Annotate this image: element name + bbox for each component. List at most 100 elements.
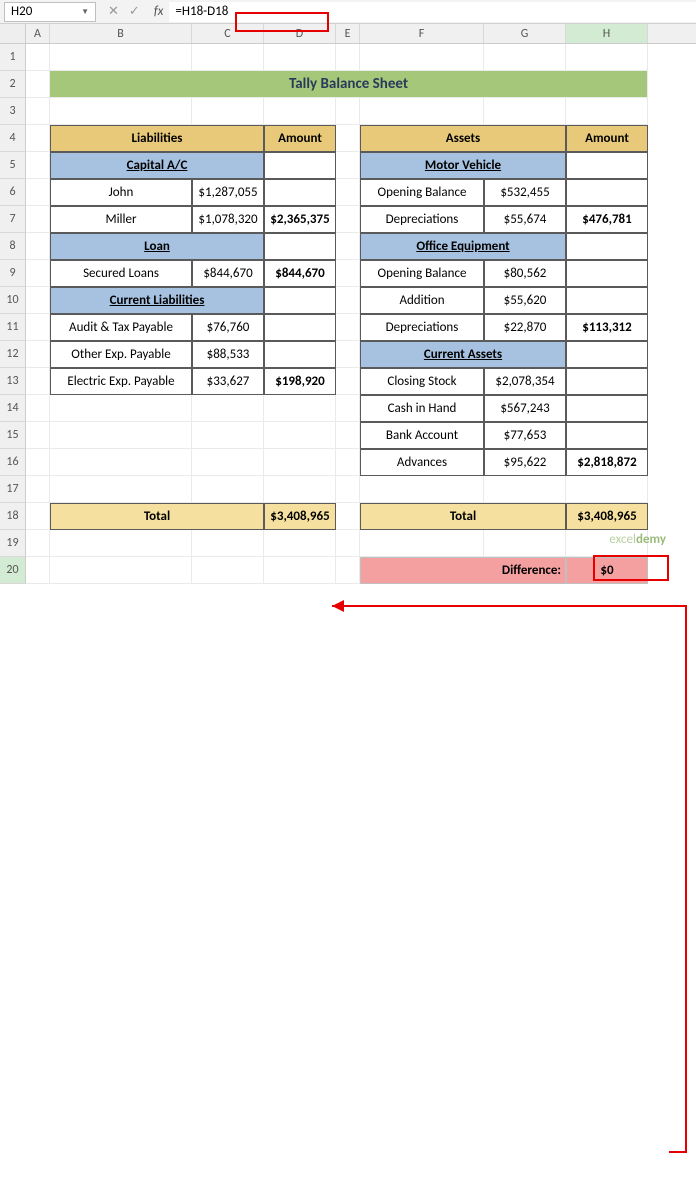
- asset-total-value[interactable]: $3,408,965: [566, 503, 648, 530]
- cell[interactable]: [50, 449, 192, 476]
- cell[interactable]: [484, 476, 566, 503]
- row-header-10[interactable]: 10: [0, 287, 26, 314]
- liab-amt[interactable]: [264, 152, 336, 179]
- cell[interactable]: [336, 557, 360, 584]
- asset-val[interactable]: $55,674: [484, 206, 566, 233]
- liab-subtotal[interactable]: $2,365,375: [264, 206, 336, 233]
- asset-name[interactable]: Cash in Hand: [360, 395, 484, 422]
- liab-sub[interactable]: Capital A/C: [50, 152, 264, 179]
- cell[interactable]: [26, 395, 50, 422]
- col-header-F[interactable]: F: [360, 24, 484, 43]
- col-header-G[interactable]: G: [484, 24, 566, 43]
- liab-subtotal[interactable]: $198,920: [264, 368, 336, 395]
- cell[interactable]: [264, 395, 336, 422]
- cell[interactable]: [336, 206, 360, 233]
- cell[interactable]: [566, 476, 648, 503]
- cell[interactable]: [26, 125, 50, 152]
- asset-name[interactable]: Closing Stock: [360, 368, 484, 395]
- cell[interactable]: [50, 476, 192, 503]
- asset-amt[interactable]: [566, 152, 648, 179]
- cell[interactable]: [26, 179, 50, 206]
- cell[interactable]: [360, 44, 484, 71]
- asset-val[interactable]: $2,078,354: [484, 368, 566, 395]
- row-header-19[interactable]: 19: [0, 530, 26, 557]
- liab-amt[interactable]: [264, 287, 336, 314]
- cell[interactable]: [336, 287, 360, 314]
- cell[interactable]: [192, 557, 264, 584]
- row-header-13[interactable]: 13: [0, 368, 26, 395]
- chevron-down-icon[interactable]: ▼: [81, 7, 89, 17]
- cell[interactable]: [360, 476, 484, 503]
- cell[interactable]: [336, 125, 360, 152]
- asset-subtotal[interactable]: $113,312: [566, 314, 648, 341]
- cell[interactable]: [26, 233, 50, 260]
- asset-name[interactable]: Depreciations: [360, 206, 484, 233]
- cell[interactable]: [264, 530, 336, 557]
- asset-subtotal[interactable]: [566, 395, 648, 422]
- cell[interactable]: [26, 71, 50, 98]
- difference-value[interactable]: $0: [566, 557, 648, 584]
- asset-name[interactable]: Advances: [360, 449, 484, 476]
- liab-total-label[interactable]: Total: [50, 503, 264, 530]
- liab-name[interactable]: Secured Loans: [50, 260, 192, 287]
- asset-amt[interactable]: [566, 341, 648, 368]
- asset-name[interactable]: Bank Account: [360, 422, 484, 449]
- cell[interactable]: [336, 422, 360, 449]
- asset-val[interactable]: $77,653: [484, 422, 566, 449]
- formula-input[interactable]: =H18-D18: [169, 2, 696, 22]
- cell[interactable]: [360, 530, 484, 557]
- liab-sub[interactable]: Current Liabilities: [50, 287, 264, 314]
- difference-label[interactable]: Difference:: [360, 557, 566, 584]
- cell[interactable]: [26, 368, 50, 395]
- liab-subtotal[interactable]: [264, 179, 336, 206]
- row-header-17[interactable]: 17: [0, 476, 26, 503]
- cell[interactable]: [336, 341, 360, 368]
- asset-subtotal[interactable]: [566, 260, 648, 287]
- liab-name[interactable]: Audit & Tax Payable: [50, 314, 192, 341]
- liab-sub[interactable]: Loan: [50, 233, 264, 260]
- cell[interactable]: [26, 206, 50, 233]
- liab-name[interactable]: Other Exp. Payable: [50, 341, 192, 368]
- cell[interactable]: [50, 44, 192, 71]
- cell[interactable]: [336, 233, 360, 260]
- asset-subtotal[interactable]: [566, 368, 648, 395]
- cell[interactable]: [566, 98, 648, 125]
- row-header-11[interactable]: 11: [0, 314, 26, 341]
- cell[interactable]: [26, 260, 50, 287]
- col-header-H[interactable]: H: [566, 24, 648, 43]
- cell[interactable]: [336, 395, 360, 422]
- cell[interactable]: [336, 449, 360, 476]
- cell[interactable]: [26, 530, 50, 557]
- cell[interactable]: [264, 476, 336, 503]
- select-all-corner[interactable]: [0, 24, 26, 43]
- cell[interactable]: [192, 449, 264, 476]
- row-header-6[interactable]: 6: [0, 179, 26, 206]
- cell[interactable]: [26, 152, 50, 179]
- cell[interactable]: [50, 530, 192, 557]
- row-header-2[interactable]: 2: [0, 71, 26, 98]
- row-header-5[interactable]: 5: [0, 152, 26, 179]
- fx-icon[interactable]: fx: [148, 4, 170, 19]
- row-header-16[interactable]: 16: [0, 449, 26, 476]
- cell[interactable]: [484, 44, 566, 71]
- asset-val[interactable]: $532,455: [484, 179, 566, 206]
- spreadsheet-grid[interactable]: Tally Balance SheetLiabilitiesAmountAsse…: [26, 44, 696, 584]
- cell[interactable]: [336, 530, 360, 557]
- cell[interactable]: [26, 449, 50, 476]
- cell[interactable]: [566, 44, 648, 71]
- cell[interactable]: [192, 44, 264, 71]
- col-header-D[interactable]: D: [264, 24, 336, 43]
- cell[interactable]: [50, 98, 192, 125]
- asset-val[interactable]: $22,870: [484, 314, 566, 341]
- assets-header[interactable]: Assets: [360, 125, 566, 152]
- cell[interactable]: [484, 530, 566, 557]
- asset-subtotal[interactable]: $2,818,872: [566, 449, 648, 476]
- asset-sub[interactable]: Motor Vehicle: [360, 152, 566, 179]
- col-header-B[interactable]: B: [50, 24, 192, 43]
- cell[interactable]: [264, 44, 336, 71]
- cell[interactable]: [192, 422, 264, 449]
- col-header-C[interactable]: C: [192, 24, 264, 43]
- cell[interactable]: [336, 476, 360, 503]
- cell[interactable]: [192, 395, 264, 422]
- asset-val[interactable]: $80,562: [484, 260, 566, 287]
